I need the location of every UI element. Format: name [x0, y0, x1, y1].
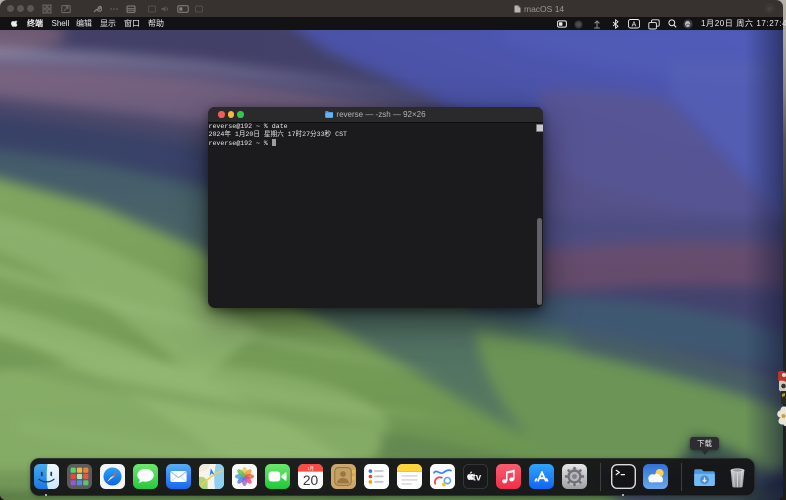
svg-text:tv: tv [472, 473, 481, 484]
svg-text:20: 20 [303, 473, 319, 488]
svg-text:A: A [631, 21, 636, 28]
